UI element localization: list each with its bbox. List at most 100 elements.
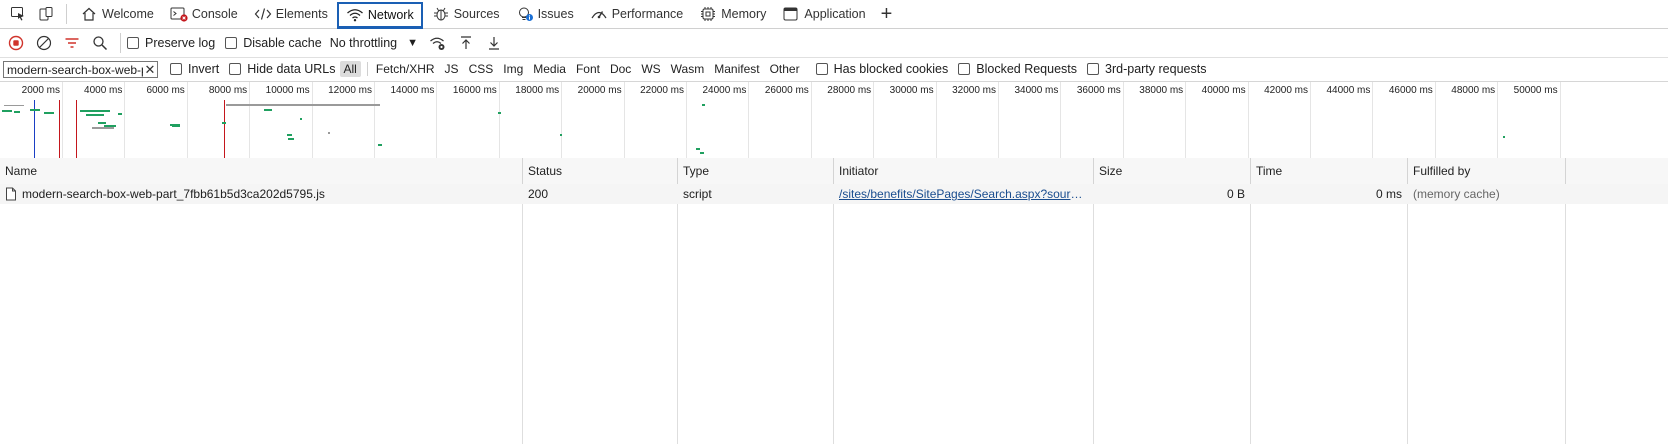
timeline-tick-label: 32000 ms <box>952 85 996 96</box>
timeline-gridline <box>62 82 63 158</box>
checkbox-box[interactable] <box>170 63 182 75</box>
request-name-cell[interactable]: modern-search-box-web-part_7fbb61b5d3ca2… <box>0 184 522 204</box>
device-emulation-icon <box>39 7 53 21</box>
timeline-tick-label: 48000 ms <box>1451 85 1496 96</box>
filter-type-manifest[interactable]: Manifest <box>710 61 763 77</box>
filter-type-css[interactable]: CSS <box>465 61 498 77</box>
timeline-tick-label: 24000 ms <box>702 85 747 96</box>
performance-icon <box>590 5 608 23</box>
device-emulation-button[interactable] <box>32 2 60 26</box>
tab-application[interactable]: Application <box>775 2 872 27</box>
filter-type-fetch-xhr[interactable]: Fetch/XHR <box>372 61 439 77</box>
timeline-tick-label: 40000 ms <box>1201 85 1246 96</box>
timeline-request-bar <box>59 100 60 158</box>
clear-icon <box>36 35 52 51</box>
tab-network[interactable]: Network <box>336 1 423 29</box>
column-header-initiator[interactable]: Initiator <box>834 158 1094 184</box>
tab-sources[interactable]: Sources <box>425 2 507 27</box>
network-toolbar: Preserve log Disable cache No throttling… <box>0 29 1668 58</box>
timeline-tick-label: 36000 ms <box>1076 85 1121 96</box>
timeline-gridline <box>1559 82 1561 158</box>
checkbox-box[interactable] <box>1087 63 1100 75</box>
tab-console[interactable]: Console <box>163 2 245 27</box>
filter-type-all[interactable]: All <box>339 61 361 77</box>
timeline-request-bar <box>498 112 501 114</box>
tab-welcome[interactable]: Welcome <box>73 2 161 27</box>
hide-data-urls-label: Hide data URLs <box>247 62 336 76</box>
inspect-element-button[interactable] <box>4 2 32 26</box>
search-button[interactable] <box>86 31 114 55</box>
timeline-tick-label: 10000 ms <box>265 85 310 96</box>
checkbox-box[interactable] <box>127 37 139 49</box>
filter-divider <box>366 62 368 76</box>
timeline-gridline <box>249 82 251 158</box>
bulb-icon <box>516 5 534 23</box>
filter-type-ws[interactable]: WS <box>637 61 664 77</box>
filter-toggle-button[interactable] <box>58 31 86 55</box>
column-header-status[interactable]: Status <box>523 158 678 184</box>
record-button[interactable] <box>2 31 30 55</box>
blocked-requests-checkbox[interactable]: Blocked Requests <box>958 62 1077 76</box>
timeline-tick-label: 12000 ms <box>328 85 372 96</box>
tab-label: Elements <box>275 7 328 21</box>
plus-icon: + <box>880 2 893 25</box>
tab-elements[interactable]: Elements <box>247 2 335 27</box>
filter-type-wasm[interactable]: Wasm <box>667 61 709 77</box>
hide-data-urls-checkbox[interactable]: Hide data URLs <box>229 62 336 76</box>
request-initiator-link[interactable]: /sites/benefits/SitePages/Search.aspx?so… <box>834 184 1093 204</box>
request-fulfilled-by: (memory cache) <box>1413 187 1500 201</box>
tab-issues[interactable]: Issues <box>509 2 581 27</box>
clear-filter-icon[interactable]: ✕ <box>143 62 157 77</box>
filter-bar: modern-search-box-web-p ✕ Invert Hide da… <box>0 58 1668 82</box>
disable-cache-checkbox[interactable]: Disable cache <box>225 36 322 50</box>
filter-type-media[interactable]: Media <box>529 61 570 77</box>
column-header-name[interactable]: Name <box>0 158 523 184</box>
has-blocked-cookies-label: Has blocked cookies <box>833 62 949 76</box>
filter-input-value[interactable]: modern-search-box-web-p <box>7 63 143 77</box>
column-header-type[interactable]: Type <box>678 158 834 184</box>
throttling-select[interactable]: No throttling ▼ <box>330 36 418 50</box>
filter-type-doc[interactable]: Doc <box>606 61 635 77</box>
timeline-gridline <box>186 82 188 158</box>
filter-type-other[interactable]: Other <box>766 61 804 77</box>
request-name: modern-search-box-web-part_7fbb61b5d3ca2… <box>22 187 325 201</box>
add-tab-button[interactable]: + <box>875 2 899 27</box>
checkbox-box[interactable] <box>225 37 238 49</box>
clear-button[interactable] <box>30 31 58 55</box>
filter-type-img[interactable]: Img <box>499 61 527 77</box>
invert-checkbox[interactable]: Invert <box>170 62 219 76</box>
third-party-requests-checkbox[interactable]: 3rd-party requests <box>1087 62 1206 76</box>
timeline-request-bar <box>4 105 24 106</box>
timeline-tick-label: 18000 ms <box>515 85 560 96</box>
timeline-request-bar <box>222 122 226 124</box>
request-type: script <box>683 187 712 201</box>
column-divider <box>677 184 678 444</box>
tab-memory[interactable]: Memory <box>692 2 773 27</box>
toolbar-divider <box>120 33 121 53</box>
timeline-request-bar <box>700 152 704 154</box>
network-overview-timeline[interactable]: 2000 ms 4000 ms 6000 ms 8000 ms 10000 ms 1200… <box>0 82 1668 159</box>
timeline-request-bar <box>696 148 700 150</box>
preserve-log-checkbox[interactable]: Preserve log <box>127 36 215 50</box>
network-conditions-button[interactable] <box>424 31 452 55</box>
export-har-button[interactable] <box>480 31 508 55</box>
checkbox-box[interactable] <box>229 63 242 75</box>
filter-input[interactable]: modern-search-box-web-p ✕ <box>3 61 158 78</box>
has-blocked-cookies-checkbox[interactable]: Has blocked cookies <box>815 62 949 76</box>
checkbox-box[interactable] <box>958 63 971 75</box>
third-party-requests-label: 3rd-party requests <box>1105 62 1207 76</box>
timeline-request-bar <box>300 118 302 120</box>
timeline-gridline <box>1434 82 1436 158</box>
table-row[interactable]: modern-search-box-web-part_7fbb61b5d3ca2… <box>0 184 1668 204</box>
filter-type-font[interactable]: Font <box>572 61 604 77</box>
column-header-time[interactable]: Time <box>1251 158 1408 184</box>
import-har-button[interactable] <box>452 31 480 55</box>
filter-type-js[interactable]: JS <box>441 61 463 77</box>
timeline-tick-label: 4000 ms <box>84 85 123 96</box>
column-header-fulfilled-by[interactable]: Fulfilled by <box>1408 158 1566 184</box>
timeline-request-bar <box>1503 136 1505 138</box>
column-header-size[interactable]: Size <box>1094 158 1251 184</box>
checkbox-box[interactable] <box>815 63 828 75</box>
tab-performance[interactable]: Performance <box>583 2 691 27</box>
filter-icon <box>65 38 79 48</box>
